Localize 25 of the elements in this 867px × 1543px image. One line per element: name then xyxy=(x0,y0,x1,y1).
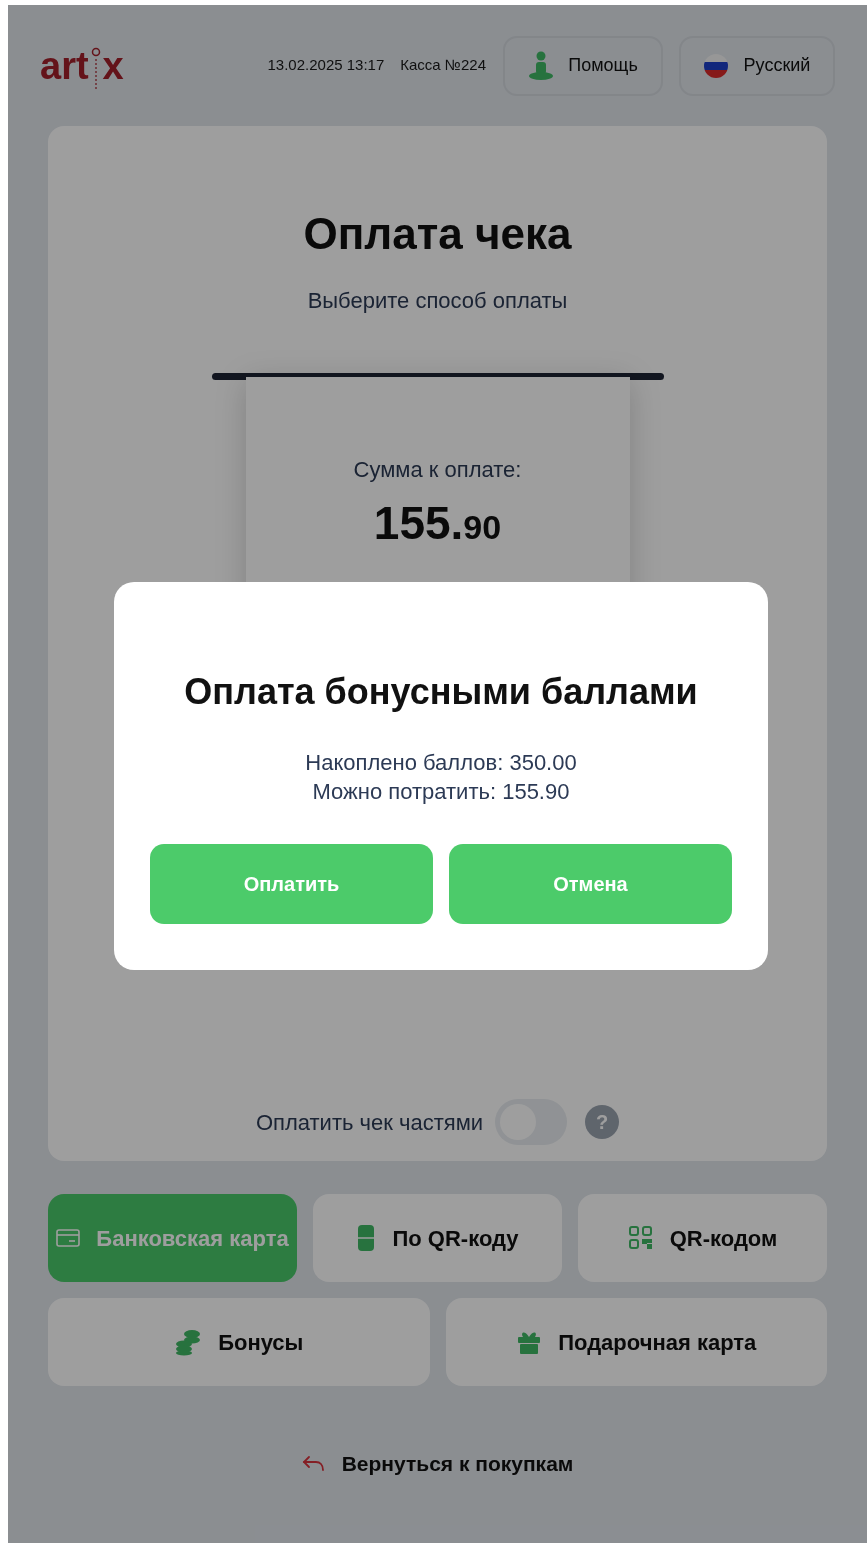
amount-label: Сумма к оплате: xyxy=(353,456,522,484)
register-number: Касса №224 xyxy=(400,55,486,76)
coins-icon xyxy=(174,1328,203,1356)
help-button[interactable]: Помощь xyxy=(503,35,663,96)
card-icon xyxy=(56,1228,81,1248)
dialog-title: Оплата бонусными баллами xyxy=(184,674,698,710)
date-time: 13.02.2025 13:17 xyxy=(267,55,385,76)
back-arrow-icon xyxy=(301,1453,326,1474)
page-title: Оплата чека xyxy=(303,212,572,256)
payment-method-button[interactable]: Бонусы xyxy=(48,1298,430,1386)
payment-method-button[interactable]: Подарочная карта xyxy=(445,1298,827,1386)
split-payment-label: Оплатить чек частями xyxy=(255,1108,484,1137)
flag-icon xyxy=(703,53,728,78)
logo: art x xyxy=(40,46,124,85)
payment-method-button[interactable]: По QR-коду xyxy=(313,1194,562,1282)
page-subtitle: Выберите способ оплаты xyxy=(307,287,568,315)
qr-code-icon xyxy=(627,1225,654,1251)
payment-method-button[interactable]: QR-кодом xyxy=(578,1194,827,1282)
person-icon xyxy=(528,50,555,81)
language-button[interactable]: Русский xyxy=(679,35,835,96)
phone-icon xyxy=(356,1224,377,1252)
amount-value: 155.90 xyxy=(373,500,502,546)
dialog-text: Накоплено баллов: 350.00 xyxy=(305,749,577,777)
back-link[interactable]: Вернуться к покупкам xyxy=(301,1448,574,1480)
dialog-text: Можно потратить: 155.90 xyxy=(312,778,570,806)
